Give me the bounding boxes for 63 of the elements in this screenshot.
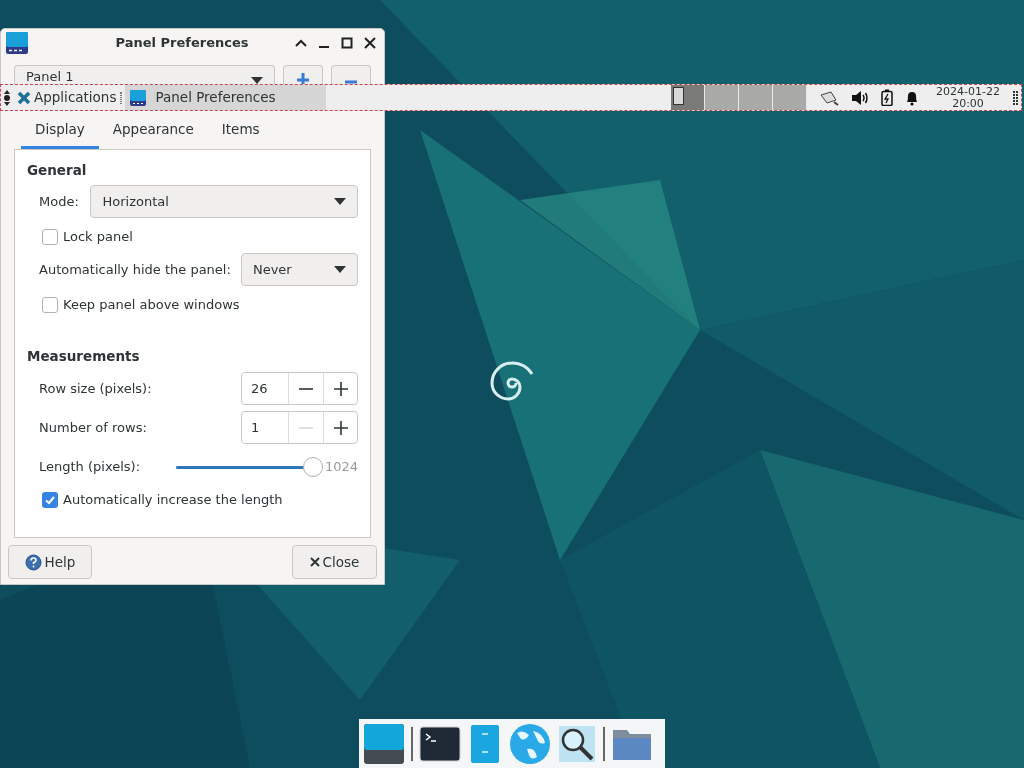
spin-value: 1	[242, 412, 290, 443]
slider-thumb[interactable]	[302, 456, 323, 477]
cross-logo-icon	[17, 90, 31, 105]
clock-time: 20:00	[952, 97, 984, 110]
autohide-label: Automatically hide the panel:	[39, 260, 232, 279]
workspace-thumbnail[interactable]	[671, 85, 705, 110]
mode-dropdown[interactable]: Horizontal	[90, 185, 358, 218]
terminal-icon[interactable]	[419, 724, 461, 763]
help-button[interactable]: Help	[8, 545, 92, 579]
panel-dropdown[interactable]: Panel 1	[14, 65, 276, 85]
minus-icon	[344, 80, 359, 84]
spin-value: 26	[242, 373, 290, 404]
clock-date: 2024-01-22	[936, 85, 1000, 98]
checkbox-label: Automatically increase the length	[63, 491, 283, 509]
tab[interactable]: Appearance	[98, 113, 208, 149]
applications-menu-button[interactable]: Applications	[17, 85, 117, 110]
plus-icon	[333, 420, 348, 435]
caret-icon	[334, 197, 346, 206]
clock[interactable]: 2024-01-22 20:00	[933, 85, 1003, 110]
tab[interactable]: Items	[207, 113, 274, 149]
battery-icon[interactable]	[881, 89, 893, 106]
spinner-label: Number of rows:	[39, 418, 148, 437]
close-button[interactable]: Close	[292, 545, 377, 579]
window-thumbnail	[673, 87, 684, 105]
bell-icon[interactable]	[905, 89, 919, 106]
magnifier-icon[interactable]	[557, 723, 597, 764]
network-icon[interactable]	[819, 89, 839, 106]
minus-icon	[299, 387, 314, 390]
task-button[interactable]: Panel Preferences	[125, 85, 327, 110]
spinner-label: Row size (pixels):	[39, 379, 153, 398]
panel-window-icon	[129, 88, 148, 107]
add-panel-button[interactable]	[283, 65, 324, 85]
workspace-thumbnail[interactable]	[773, 85, 807, 110]
close-icon	[309, 557, 320, 567]
checkbox-label: Keep panel above windows	[63, 296, 240, 314]
caret-icon	[334, 265, 346, 274]
desktop-icon[interactable]	[363, 722, 405, 765]
close-icon[interactable]	[364, 37, 376, 49]
chevron-up-icon[interactable]	[295, 39, 307, 47]
workspace-thumbnail[interactable]	[705, 85, 739, 110]
plus-icon	[296, 73, 311, 85]
window-title: Panel Preferences	[114, 34, 250, 53]
autohide-dropdown[interactable]: Never	[240, 253, 358, 286]
minus-icon	[299, 426, 314, 429]
spin-button[interactable]: 26	[241, 372, 358, 405]
workspace-thumbnail[interactable]	[739, 85, 773, 110]
checkbox-label: Lock panel	[63, 228, 133, 246]
volume-icon[interactable]	[851, 89, 869, 106]
length-value: 1024	[324, 458, 358, 477]
length-label: Length (pixels):	[39, 458, 142, 477]
remove-panel-button[interactable]	[331, 65, 371, 85]
maximize-icon[interactable]	[341, 37, 353, 49]
mode-label: Mode:	[39, 192, 80, 211]
spin-button[interactable]: 1	[241, 411, 358, 444]
move-handle-icon[interactable]	[1013, 89, 1019, 106]
checkbox[interactable]	[42, 228, 58, 245]
help-icon	[24, 553, 42, 571]
section-heading: General	[27, 161, 88, 180]
checkbox[interactable]	[42, 296, 58, 313]
plus-icon	[333, 381, 348, 396]
section-heading: Measurements	[27, 347, 141, 366]
checkbox[interactable]	[42, 491, 58, 508]
panel-window-icon	[5, 31, 29, 55]
